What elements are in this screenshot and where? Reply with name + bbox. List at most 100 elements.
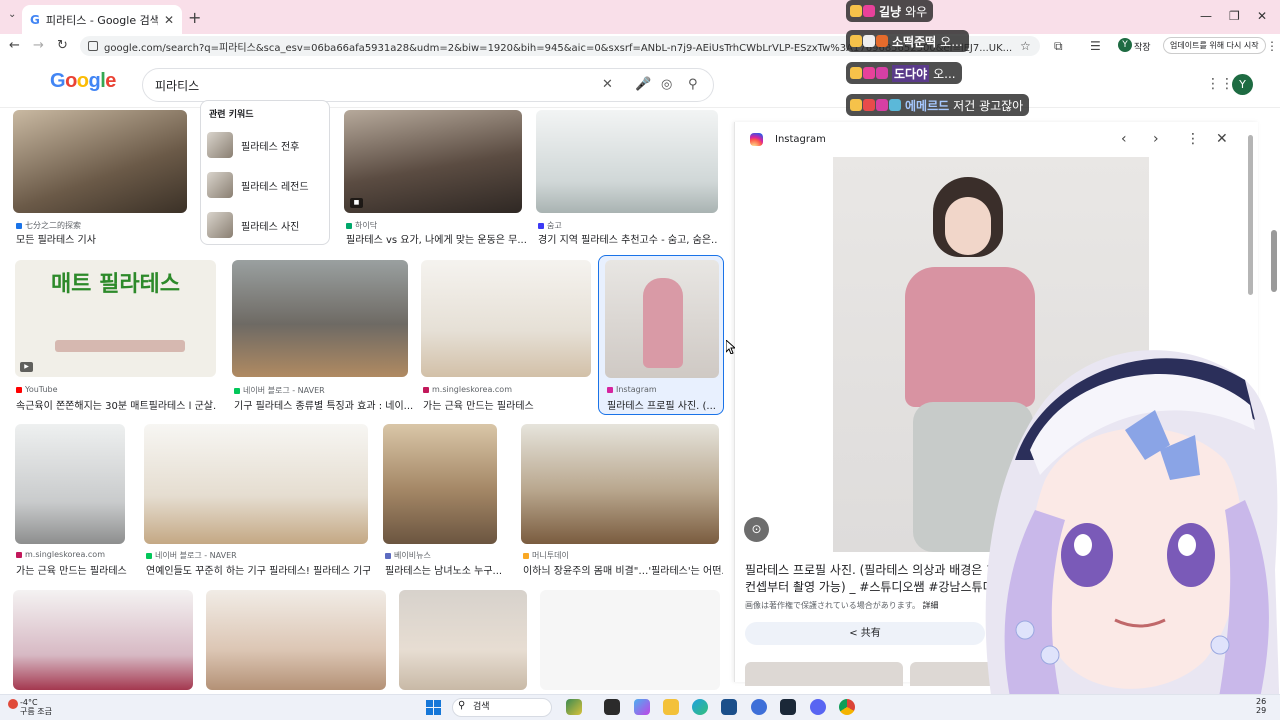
related-image[interactable] xyxy=(745,662,903,686)
previous-icon[interactable]: ‹ xyxy=(1121,131,1127,147)
scrollbar-thumb[interactable] xyxy=(1271,230,1277,292)
related-item[interactable]: 필라테스 레전드 xyxy=(207,167,325,203)
star-icon[interactable]: ☆ xyxy=(1020,39,1031,53)
weather-icon xyxy=(8,699,18,709)
taskbar-search[interactable]: 검색 xyxy=(452,698,552,717)
taskbar-app-icon[interactable] xyxy=(566,699,582,715)
instagram-icon xyxy=(750,133,763,146)
result-thumb[interactable] xyxy=(399,590,527,690)
share-button[interactable]: < 共有 xyxy=(745,622,985,645)
result-thumb[interactable] xyxy=(383,424,497,544)
result-thumb[interactable] xyxy=(605,260,719,378)
steam-icon[interactable] xyxy=(780,699,796,715)
result-thumb[interactable] xyxy=(536,110,718,213)
close-panel-icon[interactable]: ✕ xyxy=(1216,131,1228,147)
copilot-icon[interactable] xyxy=(634,699,650,715)
vpn-icon[interactable] xyxy=(751,699,767,715)
result-caption[interactable]: 가는 근육 만드는 필라테스 xyxy=(423,397,593,412)
google-logo[interactable]: Google xyxy=(50,70,116,93)
result-source: 네이버 블로그 - NAVER xyxy=(234,385,414,396)
result-thumb[interactable] xyxy=(344,110,522,213)
result-caption[interactable]: 필라테스 vs 요가, 나에게 맞는 운동은 무... xyxy=(346,231,526,246)
related-item[interactable]: 필라테스 전후 xyxy=(207,127,325,163)
banner-text: 매트 필라테스 xyxy=(50,272,181,297)
profile-label[interactable]: 작장 xyxy=(1134,40,1151,53)
back-icon[interactable]: ← xyxy=(9,38,20,53)
site-info-icon[interactable] xyxy=(88,41,98,51)
lens-icon[interactable]: ⊙ xyxy=(744,517,769,542)
video-icon: ▶ xyxy=(20,362,33,372)
copyright-notice: 画像は著作権で保護されている場合があります。 詳細 xyxy=(745,601,939,610)
taskbar-search-icon: ⚲ xyxy=(458,700,466,711)
panel-site-name[interactable]: Instagram xyxy=(775,134,826,145)
related-item[interactable]: 필라테스 사진 xyxy=(207,207,325,243)
start-icon[interactable] xyxy=(426,700,441,715)
new-tab-icon[interactable]: + xyxy=(188,8,201,27)
result-thumb[interactable] xyxy=(206,590,386,690)
next-icon[interactable]: › xyxy=(1153,131,1159,147)
close-window-icon[interactable]: ✕ xyxy=(1257,9,1267,23)
result-thumb[interactable] xyxy=(15,424,125,544)
close-tab-icon[interactable]: ✕ xyxy=(164,13,174,27)
result-thumb[interactable] xyxy=(13,590,193,690)
result-caption[interactable]: 필라테스 프로필 사진. (... xyxy=(607,397,722,412)
related-image[interactable] xyxy=(910,662,1068,686)
file-explorer-icon[interactable] xyxy=(663,699,679,715)
task-view-icon[interactable] xyxy=(604,699,620,715)
result-source: 하이닥 xyxy=(346,220,526,231)
details-link[interactable]: 詳細 xyxy=(923,601,939,610)
tab-search-icon[interactable]: ⌄ xyxy=(8,9,16,20)
result-source: Instagram xyxy=(607,385,722,394)
result-source: 숨고 xyxy=(538,220,718,231)
extensions-icon[interactable]: ⧉ xyxy=(1054,39,1063,54)
result-caption[interactable]: 모든 필라테스 기사 xyxy=(16,231,196,246)
result-caption[interactable]: 속근육이 쫀쫀해지는 30분 매트필라테스 l 군살... xyxy=(16,397,216,412)
reading-list-icon[interactable]: ☰ xyxy=(1090,39,1101,53)
reload-icon[interactable]: ↻ xyxy=(57,38,68,53)
chat-badge-icon xyxy=(850,35,888,47)
discord-icon[interactable] xyxy=(810,699,826,715)
minimize-icon[interactable]: — xyxy=(1200,9,1212,23)
result-caption[interactable]: 이하늬 장윤주의 몸매 비결"…'필라테스'는 어떤... xyxy=(523,562,723,577)
update-button[interactable]: 업데이트를 위해 다시 시작 xyxy=(1163,37,1266,54)
screen: ⌄ G 피라티스 - Google 검색 ✕ + — ❐ ✕ ← → ↻ goo… xyxy=(0,0,1280,720)
preview-image[interactable] xyxy=(833,157,1149,552)
result-caption[interactable]: 연예인들도 꾸준히 하는 기구 필라테스! 필라테스 기구... xyxy=(146,562,370,577)
result-thumb[interactable] xyxy=(13,110,187,213)
edge-icon[interactable] xyxy=(692,699,708,715)
lens-search-icon[interactable]: ◎ xyxy=(661,77,672,92)
result-thumb[interactable] xyxy=(144,424,368,544)
chat-badge-icon xyxy=(850,5,875,17)
result-source: YouTube xyxy=(16,385,216,394)
search-input[interactable]: 피라티스 xyxy=(142,68,714,102)
more-options-icon[interactable]: ⋮ xyxy=(1186,131,1200,147)
result-thumb[interactable] xyxy=(521,424,719,544)
account-avatar[interactable]: Y xyxy=(1232,74,1253,95)
profile-avatar[interactable]: Y xyxy=(1118,38,1132,52)
clear-search-icon[interactable]: ✕ xyxy=(602,77,613,92)
result-thumb[interactable]: 매트 필라테스 xyxy=(15,260,216,377)
result-thumb[interactable] xyxy=(421,260,591,377)
result-caption[interactable]: 필라테스는 남녀노소 누구... xyxy=(385,562,510,577)
chat-message: 도다야 오... xyxy=(846,62,962,84)
chat-message: 에메르드 저건 광고잖아 xyxy=(846,94,1030,116)
chrome-icon[interactable] xyxy=(839,699,855,715)
result-caption[interactable]: 경기 지역 필라테스 추천고수 - 숨고, 숨은... xyxy=(538,231,718,246)
panel-scrollbar-thumb[interactable] xyxy=(1248,135,1253,295)
result-thumb[interactable] xyxy=(232,260,408,377)
forward-icon[interactable]: → xyxy=(33,38,44,53)
result-caption[interactable]: 가는 근육 만드는 필라테스 xyxy=(16,562,136,577)
store-icon[interactable] xyxy=(721,699,737,715)
system-clock[interactable]: 26 29 xyxy=(1256,697,1266,715)
result-caption[interactable]: 기구 필라테스 종류별 특징과 효과 : 네이... xyxy=(234,397,414,412)
result-source: m.singleskorea.com xyxy=(16,550,136,559)
browser-menu-icon[interactable]: ⋮ xyxy=(1266,39,1278,53)
result-thumb[interactable] xyxy=(540,590,720,690)
search-icon[interactable]: ⚲ xyxy=(688,77,698,92)
share-icon: < xyxy=(849,628,861,639)
browser-tab[interactable]: G 피라티스 - Google 검색 ✕ xyxy=(22,5,182,34)
weather-widget[interactable]: -4°C 구름 조금 xyxy=(20,698,52,716)
maximize-icon[interactable]: ❐ xyxy=(1229,9,1240,23)
voice-search-icon[interactable]: 🎤 xyxy=(635,77,651,92)
panel-caption[interactable]: 필라테스 프로필 사진. (필라테스 의상과 배경은 1컨셉부터 촬영 가능) … xyxy=(745,562,995,596)
